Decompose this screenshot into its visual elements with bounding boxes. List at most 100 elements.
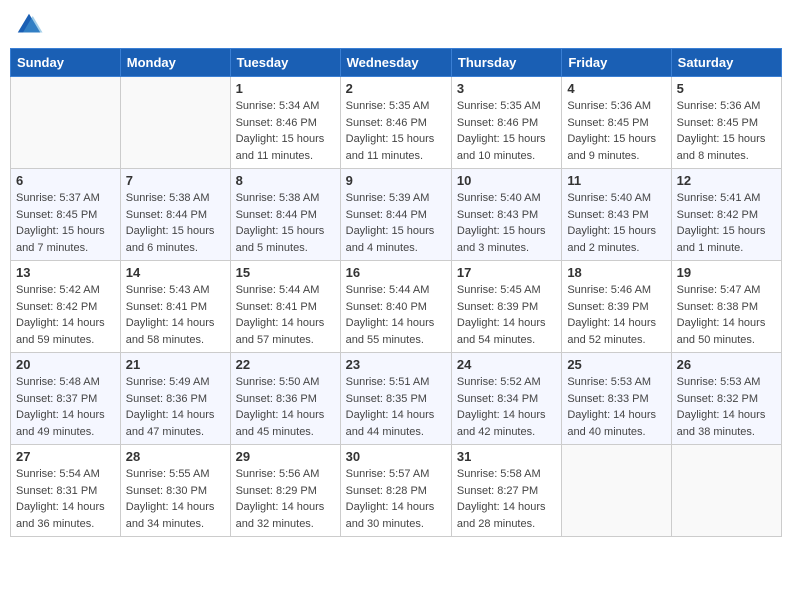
calendar-day-cell: 1 Sunrise: 5:34 AM Sunset: 8:46 PM Daylig… bbox=[230, 77, 340, 169]
calendar-week-row: 20 Sunrise: 5:48 AM Sunset: 8:37 PM Dayli… bbox=[11, 353, 782, 445]
day-number: 27 bbox=[16, 449, 115, 464]
day-info: Sunrise: 5:35 AM Sunset: 8:46 PM Dayligh… bbox=[457, 98, 556, 164]
calendar-day-cell: 19Sunrise: 5:47 AM Sunset: 8:38 PM Dayli… bbox=[671, 261, 781, 353]
day-info: Sunrise: 5:46 AM Sunset: 8:39 PM Dayligh… bbox=[567, 282, 665, 348]
calendar-day-cell: 27 Sunrise: 5:54 AM Sunset: 8:31 PM Dayli… bbox=[11, 445, 121, 537]
day-number: 22 bbox=[236, 357, 335, 372]
day-info: Sunrise: 5:35 AM Sunset: 8:46 PM Dayligh… bbox=[346, 98, 446, 164]
day-of-week-header: Sunday bbox=[11, 49, 121, 77]
calendar-day-cell: 14 Sunrise: 5:43 AM Sunset: 8:41 PM Dayli… bbox=[120, 261, 230, 353]
calendar-day-cell: 2Sunrise: 5:35 AM Sunset: 8:46 PM Daylig… bbox=[340, 77, 451, 169]
day-info: Sunrise: 5:42 AM Sunset: 8:42 PM Dayligh… bbox=[16, 282, 115, 348]
logo bbox=[14, 10, 46, 40]
day-info: Sunrise: 5:55 AM Sunset: 8:30 PM Dayligh… bbox=[126, 466, 225, 532]
day-info: Sunrise: 5:37 AM Sunset: 8:45 PM Dayligh… bbox=[16, 190, 115, 256]
day-info: Sunrise: 5:54 AM Sunset: 8:31 PM Dayligh… bbox=[16, 466, 115, 532]
day-of-week-header: Saturday bbox=[671, 49, 781, 77]
day-number: 23 bbox=[346, 357, 446, 372]
day-of-week-header: Tuesday bbox=[230, 49, 340, 77]
day-number: 11 bbox=[567, 173, 665, 188]
calendar-day-cell: 25 Sunrise: 5:53 AM Sunset: 8:33 PM Dayli… bbox=[562, 353, 671, 445]
day-number: 19 bbox=[677, 265, 776, 280]
day-info: Sunrise: 5:34 AM Sunset: 8:46 PM Dayligh… bbox=[236, 98, 335, 164]
calendar-day-cell: 17 Sunrise: 5:45 AM Sunset: 8:39 PM Dayli… bbox=[451, 261, 561, 353]
day-number: 5 bbox=[677, 81, 776, 96]
calendar-day-cell: 3 Sunrise: 5:35 AM Sunset: 8:46 PM Daylig… bbox=[451, 77, 561, 169]
calendar-day-cell: 21 Sunrise: 5:49 AM Sunset: 8:36 PM Dayli… bbox=[120, 353, 230, 445]
calendar-table: SundayMondayTuesdayWednesdayThursdayFrid… bbox=[10, 48, 782, 537]
day-of-week-header: Thursday bbox=[451, 49, 561, 77]
calendar-day-cell: 29 Sunrise: 5:56 AM Sunset: 8:29 PM Dayli… bbox=[230, 445, 340, 537]
calendar-header-row: SundayMondayTuesdayWednesdayThursdayFrid… bbox=[11, 49, 782, 77]
calendar-day-cell: 28 Sunrise: 5:55 AM Sunset: 8:30 PM Dayli… bbox=[120, 445, 230, 537]
calendar-day-cell: 16 Sunrise: 5:44 AM Sunset: 8:40 PM Dayli… bbox=[340, 261, 451, 353]
day-info: Sunrise: 5:53 AM Sunset: 8:33 PM Dayligh… bbox=[567, 374, 665, 440]
day-number: 7 bbox=[126, 173, 225, 188]
calendar-day-cell: 6 Sunrise: 5:37 AM Sunset: 8:45 PM Daylig… bbox=[11, 169, 121, 261]
day-info: Sunrise: 5:50 AM Sunset: 8:36 PM Dayligh… bbox=[236, 374, 335, 440]
day-number: 6 bbox=[16, 173, 115, 188]
day-number: 12 bbox=[677, 173, 776, 188]
day-info: Sunrise: 5:36 AM Sunset: 8:45 PM Dayligh… bbox=[567, 98, 665, 164]
calendar-day-cell: 24Sunrise: 5:52 AM Sunset: 8:34 PM Dayli… bbox=[451, 353, 561, 445]
day-info: Sunrise: 5:56 AM Sunset: 8:29 PM Dayligh… bbox=[236, 466, 335, 532]
calendar-week-row: 27 Sunrise: 5:54 AM Sunset: 8:31 PM Dayli… bbox=[11, 445, 782, 537]
day-number: 16 bbox=[346, 265, 446, 280]
calendar-day-cell: 22 Sunrise: 5:50 AM Sunset: 8:36 PM Dayli… bbox=[230, 353, 340, 445]
calendar-week-row: 1 Sunrise: 5:34 AM Sunset: 8:46 PM Daylig… bbox=[11, 77, 782, 169]
logo-icon bbox=[14, 10, 44, 40]
day-info: Sunrise: 5:53 AM Sunset: 8:32 PM Dayligh… bbox=[677, 374, 776, 440]
calendar-day-cell: 23 Sunrise: 5:51 AM Sunset: 8:35 PM Dayli… bbox=[340, 353, 451, 445]
day-number: 14 bbox=[126, 265, 225, 280]
day-number: 31 bbox=[457, 449, 556, 464]
day-number: 20 bbox=[16, 357, 115, 372]
calendar-day-cell: 11 Sunrise: 5:40 AM Sunset: 8:43 PM Dayli… bbox=[562, 169, 671, 261]
day-info: Sunrise: 5:49 AM Sunset: 8:36 PM Dayligh… bbox=[126, 374, 225, 440]
day-number: 30 bbox=[346, 449, 446, 464]
calendar-day-cell: 9 Sunrise: 5:39 AM Sunset: 8:44 PM Daylig… bbox=[340, 169, 451, 261]
day-info: Sunrise: 5:40 AM Sunset: 8:43 PM Dayligh… bbox=[567, 190, 665, 256]
day-info: Sunrise: 5:57 AM Sunset: 8:28 PM Dayligh… bbox=[346, 466, 446, 532]
calendar-day-cell: 15 Sunrise: 5:44 AM Sunset: 8:41 PM Dayli… bbox=[230, 261, 340, 353]
calendar-day-cell: 10 Sunrise: 5:40 AM Sunset: 8:43 PM Dayli… bbox=[451, 169, 561, 261]
day-of-week-header: Wednesday bbox=[340, 49, 451, 77]
day-number: 3 bbox=[457, 81, 556, 96]
day-number: 17 bbox=[457, 265, 556, 280]
calendar-day-cell: 5 Sunrise: 5:36 AM Sunset: 8:45 PM Daylig… bbox=[671, 77, 781, 169]
day-number: 15 bbox=[236, 265, 335, 280]
day-number: 1 bbox=[236, 81, 335, 96]
day-number: 25 bbox=[567, 357, 665, 372]
day-info: Sunrise: 5:38 AM Sunset: 8:44 PM Dayligh… bbox=[126, 190, 225, 256]
day-of-week-header: Monday bbox=[120, 49, 230, 77]
calendar-day-cell: 7 Sunrise: 5:38 AM Sunset: 8:44 PM Daylig… bbox=[120, 169, 230, 261]
day-info: Sunrise: 5:58 AM Sunset: 8:27 PM Dayligh… bbox=[457, 466, 556, 532]
day-info: Sunrise: 5:38 AM Sunset: 8:44 PM Dayligh… bbox=[236, 190, 335, 256]
calendar-body: 1 Sunrise: 5:34 AM Sunset: 8:46 PM Daylig… bbox=[11, 77, 782, 537]
page-header bbox=[10, 10, 782, 40]
calendar-day-cell: 31 Sunrise: 5:58 AM Sunset: 8:27 PM Dayli… bbox=[451, 445, 561, 537]
day-number: 18 bbox=[567, 265, 665, 280]
calendar-day-cell bbox=[11, 77, 121, 169]
calendar-week-row: 13 Sunrise: 5:42 AM Sunset: 8:42 PM Dayli… bbox=[11, 261, 782, 353]
calendar-day-cell: 12Sunrise: 5:41 AM Sunset: 8:42 PM Dayli… bbox=[671, 169, 781, 261]
calendar-week-row: 6 Sunrise: 5:37 AM Sunset: 8:45 PM Daylig… bbox=[11, 169, 782, 261]
day-info: Sunrise: 5:36 AM Sunset: 8:45 PM Dayligh… bbox=[677, 98, 776, 164]
day-number: 10 bbox=[457, 173, 556, 188]
day-info: Sunrise: 5:44 AM Sunset: 8:40 PM Dayligh… bbox=[346, 282, 446, 348]
calendar-day-cell bbox=[671, 445, 781, 537]
day-info: Sunrise: 5:51 AM Sunset: 8:35 PM Dayligh… bbox=[346, 374, 446, 440]
calendar-day-cell: 8Sunrise: 5:38 AM Sunset: 8:44 PM Daylig… bbox=[230, 169, 340, 261]
day-number: 13 bbox=[16, 265, 115, 280]
day-number: 28 bbox=[126, 449, 225, 464]
calendar-day-cell: 13 Sunrise: 5:42 AM Sunset: 8:42 PM Dayli… bbox=[11, 261, 121, 353]
day-info: Sunrise: 5:45 AM Sunset: 8:39 PM Dayligh… bbox=[457, 282, 556, 348]
calendar-day-cell: 4Sunrise: 5:36 AM Sunset: 8:45 PM Daylig… bbox=[562, 77, 671, 169]
day-info: Sunrise: 5:44 AM Sunset: 8:41 PM Dayligh… bbox=[236, 282, 335, 348]
day-info: Sunrise: 5:40 AM Sunset: 8:43 PM Dayligh… bbox=[457, 190, 556, 256]
day-info: Sunrise: 5:48 AM Sunset: 8:37 PM Dayligh… bbox=[16, 374, 115, 440]
day-info: Sunrise: 5:43 AM Sunset: 8:41 PM Dayligh… bbox=[126, 282, 225, 348]
day-number: 29 bbox=[236, 449, 335, 464]
day-info: Sunrise: 5:39 AM Sunset: 8:44 PM Dayligh… bbox=[346, 190, 446, 256]
day-number: 9 bbox=[346, 173, 446, 188]
day-number: 21 bbox=[126, 357, 225, 372]
